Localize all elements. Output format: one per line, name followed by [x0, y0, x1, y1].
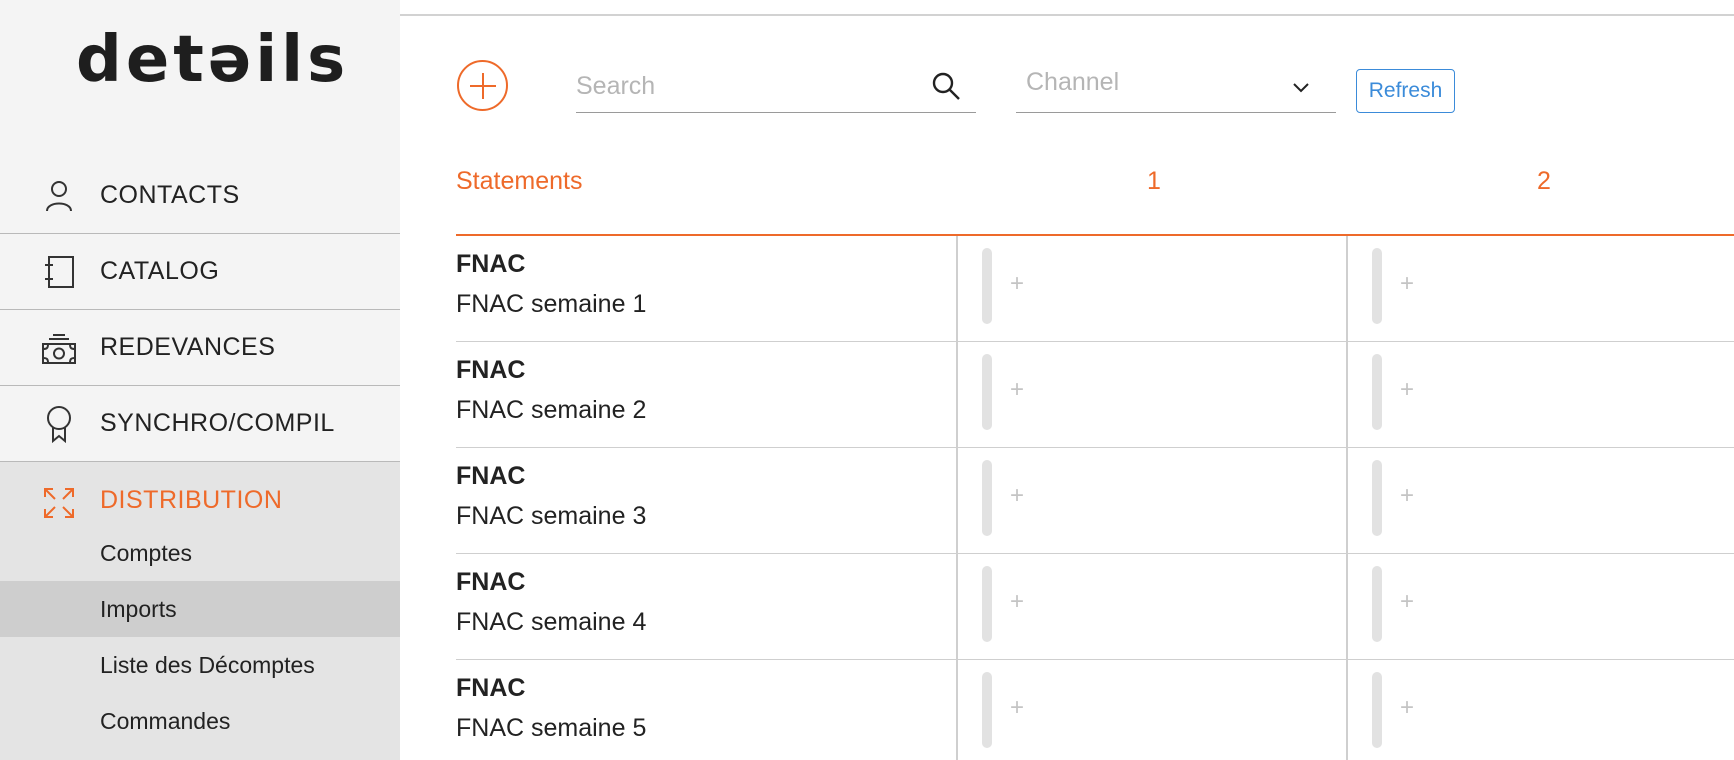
- chevron-down-icon: [1293, 83, 1309, 93]
- drag-handle[interactable]: [982, 566, 992, 642]
- row-title: FNAC: [456, 674, 526, 702]
- submenu-item-label: Imports: [100, 595, 177, 622]
- table-cell[interactable]: +: [1348, 236, 1734, 342]
- submenu-item-label: Liste des Décomptes: [100, 651, 315, 678]
- row-title: FNAC: [456, 462, 526, 490]
- table-row: FNAC FNAC semaine 5 + +: [456, 660, 1734, 760]
- submenu-item-comptes[interactable]: Comptes: [0, 525, 400, 581]
- column-divider: [1346, 236, 1348, 760]
- add-cell-icon[interactable]: +: [1400, 588, 1414, 616]
- table-cell[interactable]: +: [1348, 342, 1734, 448]
- row-subtitle: FNAC semaine 4: [456, 608, 647, 636]
- sidebar-item-label: CONTACTS: [100, 181, 240, 209]
- submenu-item-label: Comptes: [100, 539, 193, 566]
- row-subtitle: FNAC semaine 3: [456, 502, 647, 530]
- add-cell-icon[interactable]: +: [1010, 376, 1024, 404]
- row-title: FNAC: [456, 356, 526, 384]
- add-button[interactable]: [457, 60, 508, 111]
- table-cell[interactable]: +: [958, 342, 1346, 448]
- person-icon: [40, 177, 78, 215]
- channel-placeholder: Channel: [1026, 68, 1120, 96]
- table-row: FNAC FNAC semaine 3 + +: [456, 448, 1734, 554]
- sidebar-item-redevances[interactable]: REDEVANCES: [0, 310, 400, 386]
- row-title: FNAC: [456, 568, 526, 596]
- table-cell[interactable]: +: [1348, 554, 1734, 660]
- submenu-item-label: Commandes: [100, 707, 231, 734]
- sidebar: detəils CONTACTS CATALOG REDEVANCES SYNC…: [0, 0, 400, 760]
- channel-select[interactable]: Channel: [1016, 62, 1336, 113]
- sidebar-item-distribution[interactable]: DISTRIBUTION: [0, 462, 400, 525]
- submenu-item-liste-des-decomptes[interactable]: Liste des Décomptes: [0, 637, 400, 693]
- search-icon[interactable]: [930, 70, 962, 102]
- distribution-submenu: Comptes Imports Liste des Décomptes Comm…: [0, 525, 400, 760]
- plus-icon: [469, 72, 496, 99]
- submenu-item-commandes[interactable]: Commandes: [0, 693, 400, 749]
- money-icon: [40, 329, 78, 367]
- add-cell-icon[interactable]: +: [1010, 588, 1024, 616]
- drag-handle[interactable]: [982, 354, 992, 430]
- table-cell[interactable]: +: [958, 660, 1346, 760]
- submenu-item-imports[interactable]: Imports: [0, 581, 400, 637]
- sidebar-item-label: REDEVANCES: [100, 333, 276, 361]
- row-title: FNAC: [456, 250, 526, 278]
- sidebar-item-label: DISTRIBUTION: [100, 486, 283, 514]
- sidebar-item-catalog[interactable]: CATALOG: [0, 234, 400, 310]
- table-row: FNAC FNAC semaine 1 + +: [456, 236, 1734, 342]
- refresh-button[interactable]: Refresh: [1356, 69, 1455, 113]
- table-cell[interactable]: +: [1348, 660, 1734, 760]
- column-header-statements: Statements: [456, 167, 583, 195]
- column-header-1: 1: [1147, 167, 1161, 195]
- column-divider: [956, 236, 958, 760]
- column-header-2: 2: [1537, 167, 1551, 195]
- search-input[interactable]: [576, 62, 926, 110]
- table-row: FNAC FNAC semaine 2 + +: [456, 342, 1734, 448]
- drag-handle[interactable]: [1372, 460, 1382, 536]
- table-cell[interactable]: +: [958, 236, 1346, 342]
- add-cell-icon[interactable]: +: [1400, 482, 1414, 510]
- expand-icon: [40, 484, 78, 522]
- row-subtitle: FNAC semaine 1: [456, 290, 647, 318]
- sidebar-item-label: CATALOG: [100, 257, 220, 285]
- search-field: [576, 62, 976, 113]
- catalog-icon: [40, 253, 78, 291]
- drag-handle[interactable]: [982, 460, 992, 536]
- table-cell[interactable]: +: [958, 448, 1346, 554]
- add-cell-icon[interactable]: +: [1010, 694, 1024, 722]
- table-cell[interactable]: +: [958, 554, 1346, 660]
- sidebar-item-contacts[interactable]: CONTACTS: [0, 158, 400, 234]
- sidebar-item-synchro-compil[interactable]: SYNCHRO/COMPIL: [0, 386, 400, 462]
- drag-handle[interactable]: [982, 248, 992, 324]
- app-logo[interactable]: detəils: [76, 24, 349, 96]
- award-icon: [40, 405, 78, 443]
- row-subtitle: FNAC semaine 5: [456, 714, 647, 742]
- add-cell-icon[interactable]: +: [1400, 376, 1414, 404]
- add-cell-icon[interactable]: +: [1010, 482, 1024, 510]
- add-cell-icon[interactable]: +: [1400, 270, 1414, 298]
- drag-handle[interactable]: [1372, 672, 1382, 748]
- sidebar-item-label: SYNCHRO/COMPIL: [100, 409, 335, 437]
- row-subtitle: FNAC semaine 2: [456, 396, 647, 424]
- top-divider: [400, 14, 1734, 16]
- add-cell-icon[interactable]: +: [1400, 694, 1414, 722]
- table-cell[interactable]: +: [1348, 448, 1734, 554]
- table-row: FNAC FNAC semaine 4 + +: [456, 554, 1734, 660]
- drag-handle[interactable]: [982, 672, 992, 748]
- add-cell-icon[interactable]: +: [1010, 270, 1024, 298]
- main-content: Channel Refresh Statements 1 2 FNAC FNAC…: [400, 0, 1734, 760]
- drag-handle[interactable]: [1372, 566, 1382, 642]
- drag-handle[interactable]: [1372, 354, 1382, 430]
- drag-handle[interactable]: [1372, 248, 1382, 324]
